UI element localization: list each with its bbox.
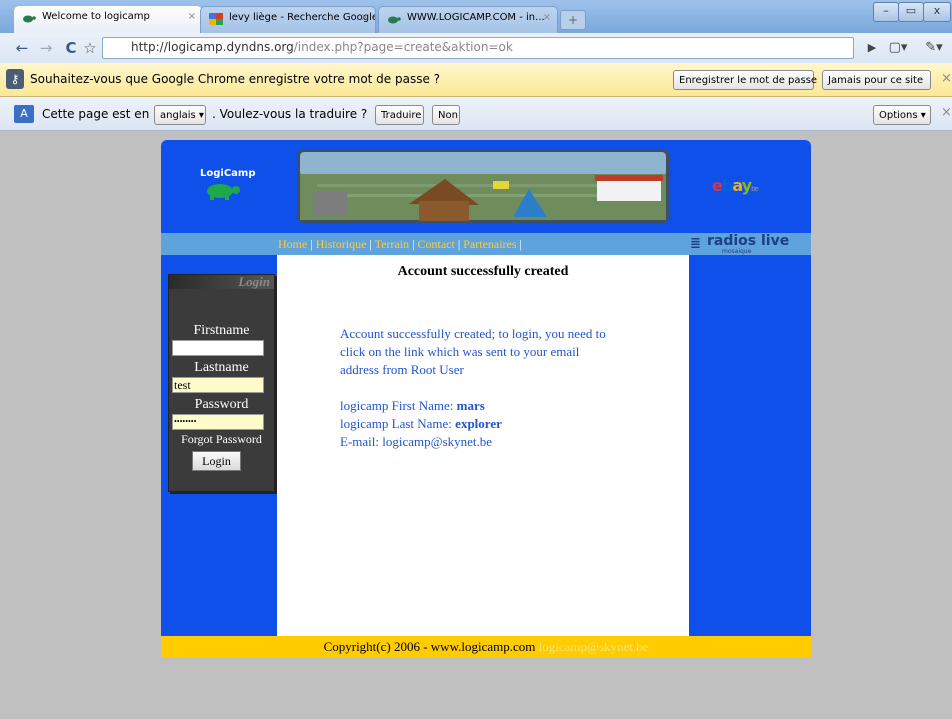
tab-title: levy liège - Recherche Google xyxy=(229,12,376,23)
wrench-menu-icon[interactable]: ✎▾ xyxy=(924,38,944,58)
translate-options-button[interactable]: Options ▾ xyxy=(873,105,931,125)
new-tab-button[interactable]: + xyxy=(560,10,586,30)
bookmark-star-icon[interactable]: ☆ xyxy=(80,38,100,58)
message-line-2: click on the link which was sent to your… xyxy=(340,344,580,359)
last-name-row: logicamp Last Name: explorer xyxy=(340,416,502,432)
ebay-suffix: be xyxy=(751,185,759,193)
tab-title: WWW.LOGICAMP.COM - in... xyxy=(407,12,545,23)
nav-contact[interactable]: Contact xyxy=(418,237,455,251)
nav-separator: | xyxy=(519,237,522,251)
forgot-password-link[interactable]: Forgot Password xyxy=(169,432,274,447)
back-arrow-icon[interactable]: ← xyxy=(12,38,32,58)
never-for-site-button[interactable]: Jamais pour ce site xyxy=(822,70,931,90)
language-value: anglais xyxy=(160,110,196,121)
firstname-input[interactable] xyxy=(172,340,264,356)
last-name-value: explorer xyxy=(455,416,502,431)
google-favicon-icon xyxy=(209,13,223,25)
nav-home[interactable]: Home xyxy=(278,237,307,251)
nav-terrain[interactable]: Terrain xyxy=(375,237,409,251)
turtle-logo-icon xyxy=(207,184,240,200)
radios-live-subtext: mosaique xyxy=(722,248,752,255)
login-panel: Login Firstname Lastname test Password •… xyxy=(168,274,275,492)
translate-question: . Voulez-vous la traduire ? xyxy=(212,107,368,121)
nav-partenaires[interactable]: Partenaires xyxy=(463,237,516,251)
firstname-label: Firstname xyxy=(193,323,250,338)
key-icon: ⚷ xyxy=(6,69,24,89)
translate-infobar: A Cette page est en anglais ▾ . Voulez-v… xyxy=(0,97,952,131)
nav-separator: | xyxy=(412,237,415,251)
no-translate-button[interactable]: Non xyxy=(432,105,460,125)
first-name-label: logicamp First Name: xyxy=(340,398,454,413)
message-line-3: address from Root User xyxy=(340,362,464,377)
tab-welcome-logicamp[interactable]: Welcome to logicamp × xyxy=(14,6,202,33)
radios-live-text: radios live xyxy=(707,233,790,249)
main-content: Account successfully created Account suc… xyxy=(277,255,689,636)
first-name-value: mars xyxy=(456,398,485,413)
address-bar[interactable]: http://logicamp.dyndns.org/index.php?pag… xyxy=(102,37,854,59)
logicamp-favicon-icon xyxy=(388,16,401,24)
footer-email-link[interactable]: logicamp@skynet.be xyxy=(539,639,649,654)
radios-live-logo[interactable]: ≣ radios live mosaique xyxy=(690,233,790,255)
ebay-logo[interactable]: ebaybe xyxy=(712,176,762,196)
email-line: E-mail: logicamp@skynet.be xyxy=(340,434,493,449)
url-host: http://logicamp.dyndns.org xyxy=(131,40,294,54)
lastname-label: Lastname xyxy=(194,360,249,375)
password-label: Password xyxy=(194,397,249,412)
tab-logicamp-com[interactable]: WWW.LOGICAMP.COM - in... × xyxy=(378,6,558,33)
site-footer: Copyright(c) 2006 - www.logicamp.com log… xyxy=(161,636,811,657)
logicamp-favicon-icon xyxy=(23,15,36,23)
password-bar-close-icon[interactable]: × xyxy=(941,71,952,86)
minimize-button[interactable]: – xyxy=(873,2,899,22)
maximize-button[interactable]: ▭ xyxy=(898,2,924,22)
nav-separator: | xyxy=(369,237,372,251)
lastname-input[interactable]: test xyxy=(172,377,264,393)
browser-toolbar: ← → C ☆ http://logicamp.dyndns.org/index… xyxy=(0,33,952,64)
language-select[interactable]: anglais ▾ xyxy=(154,105,206,125)
tab-close-icon[interactable]: × xyxy=(361,12,369,23)
save-password-button[interactable]: Enregistrer le mot de passe xyxy=(673,70,817,90)
translate-icon: A xyxy=(14,105,34,123)
password-input[interactable]: •••••••• xyxy=(172,414,264,430)
logicamp-logo-text: LogiCamp xyxy=(200,168,256,179)
reload-icon[interactable]: C xyxy=(61,38,81,58)
page-title: Account successfully created xyxy=(397,264,569,279)
page-menu-icon[interactable]: ▢▾ xyxy=(888,38,908,58)
forward-arrow-icon[interactable]: → xyxy=(36,38,56,58)
login-button[interactable]: Login xyxy=(192,451,241,471)
tab-close-icon[interactable]: × xyxy=(543,12,551,23)
nav-separator: | xyxy=(457,237,461,251)
password-bar-message: Souhaitez-vous que Google Chrome enregis… xyxy=(30,72,441,86)
tab-title: Welcome to logicamp xyxy=(42,11,150,22)
tab-google-search[interactable]: levy liège - Recherche Google × xyxy=(200,6,376,33)
translate-button[interactable]: Traduire xyxy=(375,105,424,125)
password-infobar: ⚷ Souhaitez-vous que Google Chrome enreg… xyxy=(0,63,952,97)
page-viewport: LogiCamp ebaybe Home | Historique | Terr… xyxy=(0,131,952,719)
campsite-banner-image xyxy=(297,149,669,223)
site-nav-links: Home | Historique | Terrain | Contact | … xyxy=(278,237,522,252)
translate-prefix: Cette page est en xyxy=(42,107,150,121)
login-header: Login xyxy=(238,274,270,289)
tab-strip: Welcome to logicamp × levy liège - Reche… xyxy=(0,0,952,33)
url-text: http://logicamp.dyndns.org/index.php?pag… xyxy=(131,40,513,54)
translate-bar-close-icon[interactable]: × xyxy=(941,105,952,120)
last-name-label: logicamp Last Name: xyxy=(340,416,452,431)
play-arrow-icon[interactable]: ▶ xyxy=(862,38,882,58)
url-path: /index.php?page=create&aktion=ok xyxy=(293,40,513,54)
first-name-row: logicamp First Name: mars xyxy=(340,398,485,414)
tab-close-icon[interactable]: × xyxy=(188,11,196,22)
radios-live-bars-icon: ≣ xyxy=(690,236,701,251)
nav-historique[interactable]: Historique xyxy=(316,237,367,251)
footer-copyright: Copyright(c) 2006 - www.logicamp.com xyxy=(323,639,536,654)
nav-separator: | xyxy=(310,237,313,251)
options-label: Options xyxy=(879,110,918,121)
message-line-1: Account successfully created; to login, … xyxy=(340,326,606,341)
close-window-button[interactable]: x xyxy=(923,2,951,22)
